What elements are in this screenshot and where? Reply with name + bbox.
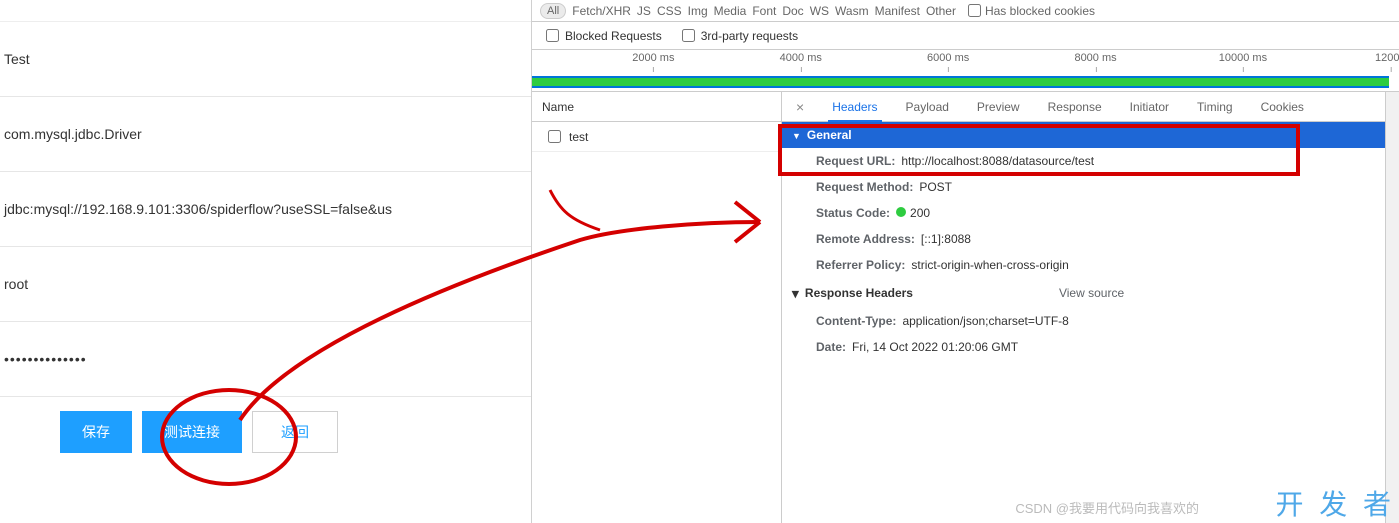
request-method-row: Request Method:POST [782, 174, 1385, 200]
devtools-panel: All Fetch/XHR JS CSS Img Media Font Doc … [532, 0, 1399, 523]
blocked-requests-checkbox[interactable]: Blocked Requests [546, 29, 662, 43]
request-row-checkbox[interactable] [548, 130, 561, 143]
save-button[interactable]: 保存 [60, 411, 132, 453]
timeline-tick: 4000 ms [780, 52, 822, 64]
date-row: Date:Fri, 14 Oct 2022 01:20:06 GMT [782, 334, 1385, 360]
request-row-label: test [569, 130, 588, 144]
remote-address-row: Remote Address:[::1]:8088 [782, 226, 1385, 252]
waterfall-bar [532, 76, 1389, 88]
tab-response[interactable]: Response [1048, 100, 1102, 114]
jdbc-url-field[interactable]: jdbc:mysql://192.168.9.101:3306/spiderfl… [0, 172, 531, 247]
filter-checkbox-row: Blocked Requests 3rd-party requests [532, 22, 1399, 50]
tab-initiator[interactable]: Initiator [1130, 100, 1169, 114]
name-field[interactable]: Test [0, 22, 531, 97]
chevron-down-icon [792, 286, 799, 300]
close-icon[interactable]: × [796, 99, 804, 115]
filter-js[interactable]: JS [637, 4, 651, 18]
tab-timing[interactable]: Timing [1197, 100, 1233, 114]
tab-payload[interactable]: Payload [906, 100, 949, 114]
filter-fetchxhr[interactable]: Fetch/XHR [572, 4, 631, 18]
content-type-row: Content-Type:application/json;charset=UT… [782, 308, 1385, 334]
watermark-csdn: CSDN @我要用代码向我喜欢的 [1015, 498, 1199, 517]
third-party-requests-checkbox[interactable]: 3rd-party requests [682, 29, 798, 43]
request-url-row: Request URL:http://localhost:8088/dataso… [782, 148, 1385, 174]
network-timeline[interactable]: 2000 ms 4000 ms 6000 ms 8000 ms 10000 ms… [532, 50, 1399, 92]
filter-other[interactable]: Other [926, 4, 956, 18]
has-blocked-cookies-checkbox[interactable]: Has blocked cookies [968, 4, 1095, 18]
button-row: 保存 测试连接 返回 [0, 397, 531, 467]
timeline-tick: 2000 ms [632, 52, 674, 64]
scrollbar[interactable] [1385, 92, 1399, 523]
response-headers-section[interactable]: Response HeadersView source [782, 278, 1385, 308]
view-source-link[interactable]: View source [1059, 286, 1124, 300]
filter-media[interactable]: Media [714, 4, 747, 18]
filter-manifest[interactable]: Manifest [875, 4, 920, 18]
driver-field[interactable]: com.mysql.jdbc.Driver [0, 97, 531, 172]
filter-img[interactable]: Img [688, 4, 708, 18]
tab-cookies[interactable]: Cookies [1261, 100, 1304, 114]
devtools-body: Name test × Headers Payload Preview Resp… [532, 92, 1399, 523]
status-code-row: Status Code:200 [782, 200, 1385, 226]
test-connection-button[interactable]: 测试连接 [142, 411, 242, 453]
request-detail: × Headers Payload Preview Response Initi… [782, 92, 1385, 523]
network-filter-bar: All Fetch/XHR JS CSS Img Media Font Doc … [532, 0, 1399, 22]
general-section-header[interactable]: General [782, 122, 1385, 148]
back-button[interactable]: 返回 [252, 411, 338, 453]
filter-doc[interactable]: Doc [782, 4, 803, 18]
filter-ws[interactable]: WS [810, 4, 829, 18]
filter-css[interactable]: CSS [657, 4, 682, 18]
username-field[interactable]: root [0, 247, 531, 322]
status-dot-icon [896, 207, 906, 217]
detail-tabs: × Headers Payload Preview Response Initi… [782, 92, 1385, 122]
timeline-tick: 6000 ms [927, 52, 969, 64]
timeline-tick: 12000 [1375, 52, 1399, 64]
name-column-header[interactable]: Name [532, 92, 781, 122]
timeline-tick: 10000 ms [1219, 52, 1267, 64]
filter-wasm[interactable]: Wasm [835, 4, 869, 18]
request-list: Name test [532, 92, 782, 523]
password-field[interactable]: •••••••••••••• [0, 322, 531, 397]
form-header [0, 0, 531, 22]
chevron-down-icon [792, 128, 801, 142]
form-panel: Test com.mysql.jdbc.Driver jdbc:mysql://… [0, 0, 532, 523]
detail-body: General Request URL:http://localhost:808… [782, 122, 1385, 523]
request-row-test[interactable]: test [532, 122, 781, 152]
filter-all[interactable]: All [540, 3, 566, 19]
watermark-devze: 开 发 者 [1275, 483, 1395, 523]
timeline-tick: 8000 ms [1074, 52, 1116, 64]
tab-headers[interactable]: Headers [832, 100, 877, 114]
tab-preview[interactable]: Preview [977, 100, 1020, 114]
referrer-policy-row: Referrer Policy:strict-origin-when-cross… [782, 252, 1385, 278]
filter-font[interactable]: Font [752, 4, 776, 18]
